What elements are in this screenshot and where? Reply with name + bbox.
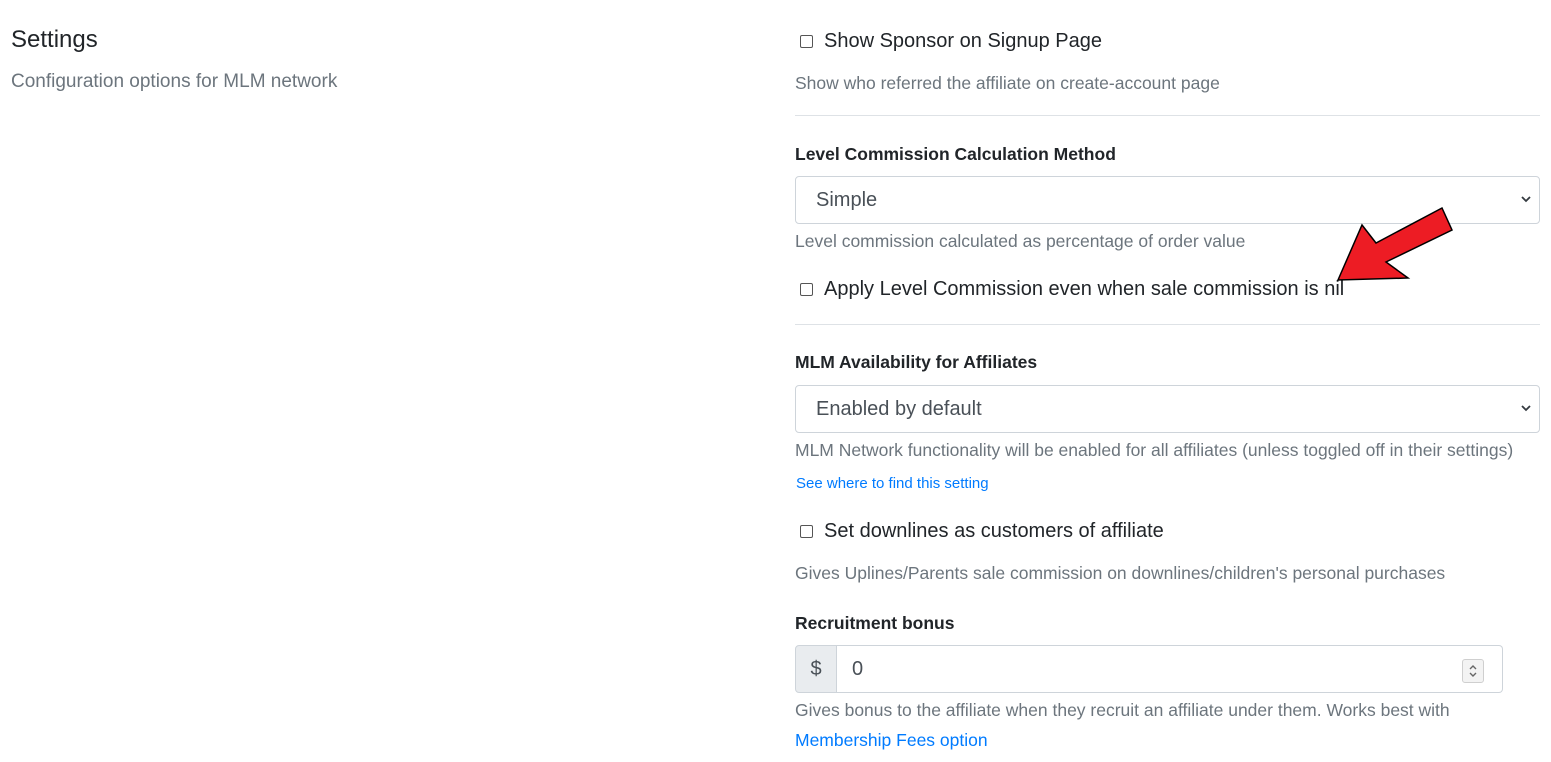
- level-commission-help: Level commission calculated as percentag…: [795, 231, 1246, 251]
- downlines-help: Gives Uplines/Parents sale commission on…: [795, 563, 1446, 583]
- see-setting-link[interactable]: See where to find this setting: [796, 475, 989, 492]
- show-sponsor-label[interactable]: Show Sponsor on Signup Page: [824, 30, 1102, 53]
- recruitment-bonus-help: Gives bonus to the affiliate when they r…: [795, 700, 1450, 720]
- page-subtitle: Configuration options for MLM network: [11, 71, 338, 92]
- show-sponsor-row[interactable]: Show Sponsor on Signup Page: [798, 30, 1102, 53]
- page-title: Settings: [11, 26, 98, 53]
- chevron-down-icon: [1521, 196, 1531, 203]
- level-commission-selected: Simple: [816, 188, 878, 211]
- mlm-availability-help: MLM Network functionality will be enable…: [795, 440, 1514, 460]
- spinner-arrows-icon: [1469, 665, 1477, 677]
- downlines-label[interactable]: Set downlines as customers of affiliate: [824, 520, 1164, 543]
- divider: [795, 115, 1540, 116]
- mlm-availability-select[interactable]: Enabled by default: [795, 385, 1540, 433]
- number-spinner[interactable]: [1462, 659, 1484, 683]
- red-arrow-annotation: [1336, 206, 1453, 281]
- mlm-availability-selected: Enabled by default: [816, 397, 982, 420]
- membership-fees-link[interactable]: Membership Fees option: [795, 730, 988, 751]
- mlm-availability-label: MLM Availability for Affiliates: [795, 352, 1038, 372]
- level-commission-label: Level Commission Calculation Method: [795, 144, 1116, 164]
- apply-level-commission-checkbox[interactable]: [800, 283, 813, 296]
- recruitment-bonus-input[interactable]: 0: [837, 645, 1503, 693]
- currency-addon: $: [795, 645, 837, 693]
- recruitment-bonus-group: $ 0: [795, 645, 1503, 693]
- show-sponsor-help: Show who referred the affiliate on creat…: [795, 73, 1220, 93]
- recruitment-bonus-label: Recruitment bonus: [795, 613, 955, 633]
- apply-level-commission-label[interactable]: Apply Level Commission even when sale co…: [824, 278, 1344, 301]
- chevron-down-icon: [1521, 405, 1531, 412]
- divider: [795, 324, 1540, 325]
- downlines-checkbox[interactable]: [800, 525, 813, 538]
- recruitment-bonus-value: 0: [852, 657, 864, 680]
- apply-level-commission-row[interactable]: Apply Level Commission even when sale co…: [798, 278, 1344, 301]
- show-sponsor-checkbox[interactable]: [800, 35, 813, 48]
- downlines-row[interactable]: Set downlines as customers of affiliate: [798, 520, 1164, 543]
